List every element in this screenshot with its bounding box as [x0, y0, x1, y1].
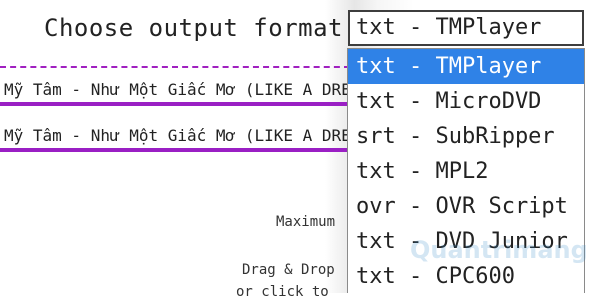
output-format-label: Choose output format [44, 14, 343, 42]
song-title-row[interactable]: Mỹ Tâm - Như Một Giấc Mơ (LIKE A DREAM) [4, 80, 350, 99]
song-title-row[interactable]: Mỹ Tâm - Như Một Giấc Mơ (LIKE A DREAM) [4, 126, 350, 145]
format-option-dvd-junior[interactable]: txt - DVD Junior [348, 224, 584, 259]
format-option-microdvd[interactable]: txt - MicroDVD [348, 84, 584, 119]
song-underline [0, 148, 350, 152]
format-option-ovr-script[interactable]: ovr - OVR Script [348, 189, 584, 224]
max-size-label: Maximum [276, 214, 336, 230]
output-format-select[interactable]: txt - TMPlayer [348, 10, 584, 46]
click-to-upload-label: or click to [236, 284, 329, 300]
format-option-cpc600[interactable]: txt - CPC600 [348, 259, 584, 293]
format-option-mpl2[interactable]: txt - MPL2 [348, 154, 584, 189]
drag-drop-label: Drag & Drop [242, 262, 335, 278]
format-option-tmplayer[interactable]: txt - TMPlayer [348, 49, 584, 84]
format-option-subripper[interactable]: srt - SubRipper [348, 119, 584, 154]
dashed-divider [0, 66, 350, 68]
song-underline [0, 102, 350, 106]
output-format-dropdown: txt - TMPlayer txt - MicroDVD srt - SubR… [347, 48, 585, 293]
